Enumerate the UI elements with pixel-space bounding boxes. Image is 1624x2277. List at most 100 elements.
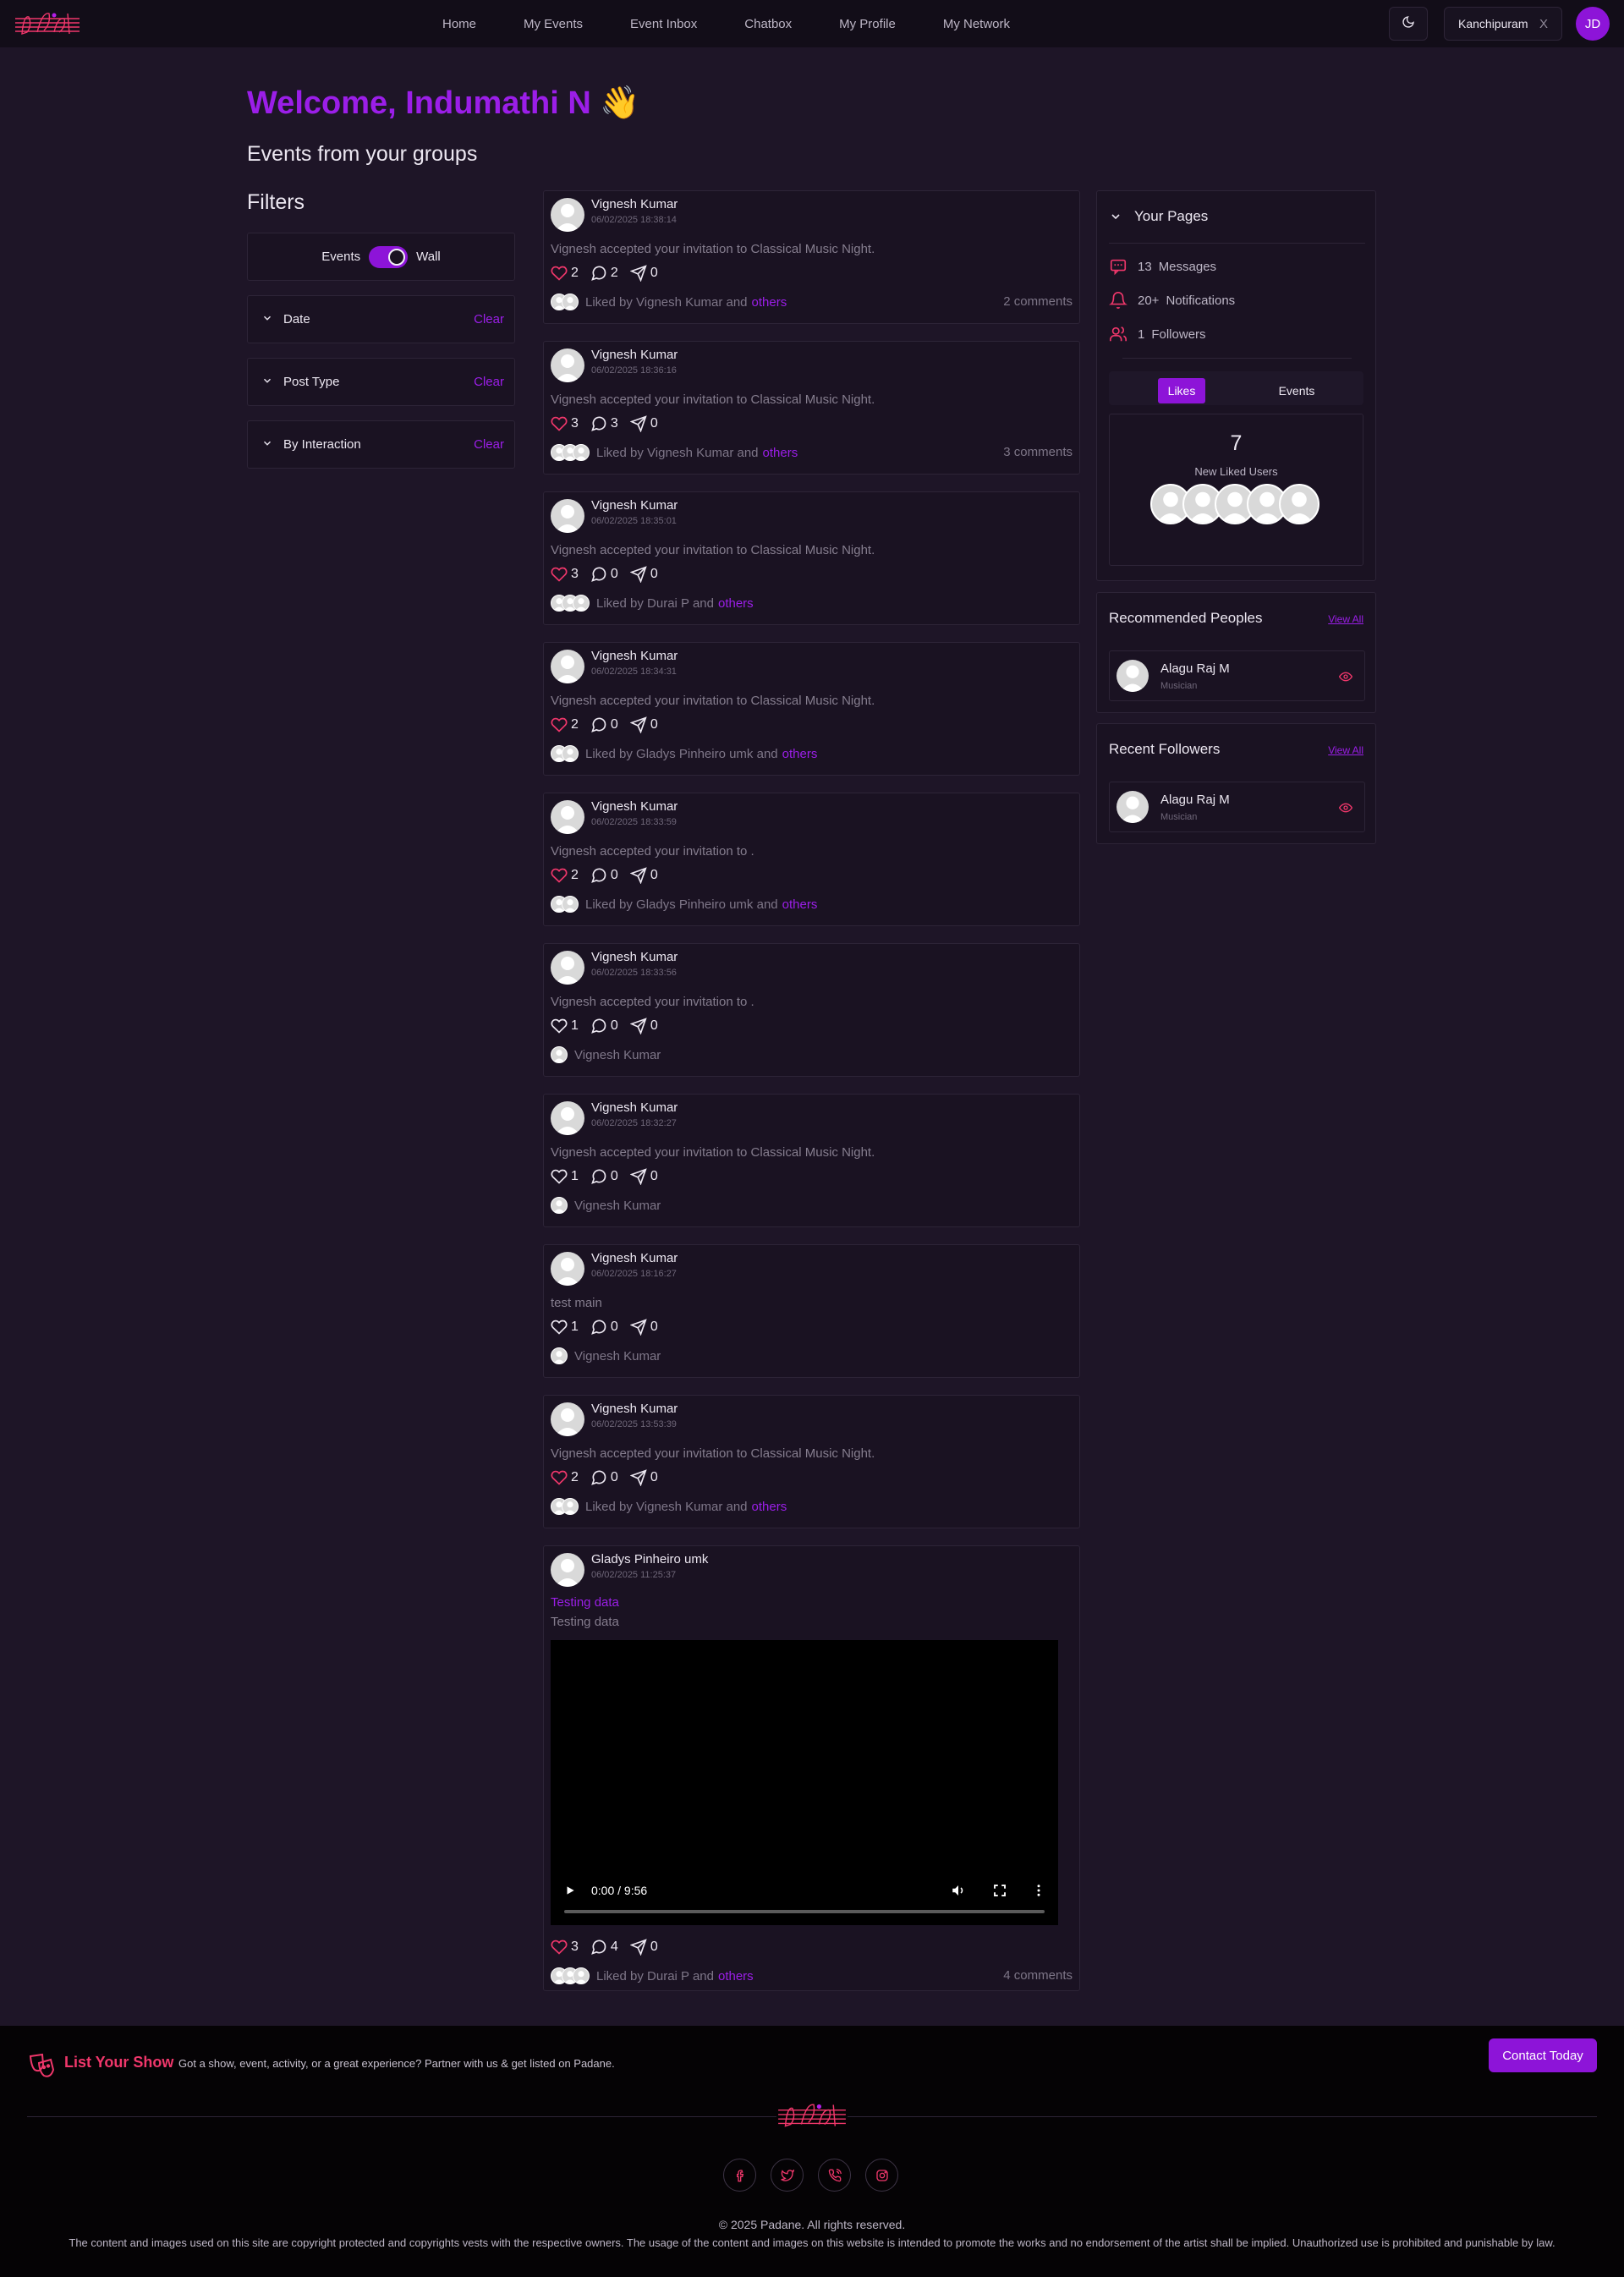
like-button[interactable]: 1 <box>551 1018 579 1034</box>
like-button[interactable]: 1 <box>551 1168 579 1185</box>
play-icon[interactable] <box>564 1885 576 1901</box>
contact-today-button[interactable]: Contact Today <box>1489 2038 1597 2072</box>
share-button[interactable]: 0 <box>629 1018 658 1034</box>
comments-link[interactable]: 4 comments <box>1003 1968 1073 1983</box>
comment-button[interactable]: 0 <box>590 1319 618 1336</box>
post-author[interactable]: Vignesh Kumar <box>591 799 678 814</box>
share-button[interactable]: 0 <box>629 1939 658 1956</box>
avatar[interactable] <box>551 1252 584 1286</box>
comment-button[interactable]: 3 <box>590 415 618 432</box>
like-button[interactable]: 2 <box>551 716 579 733</box>
post-author[interactable]: Vignesh Kumar <box>591 1251 678 1265</box>
nav-event-inbox[interactable]: Event Inbox <box>630 17 697 31</box>
like-button[interactable]: 3 <box>551 1939 579 1956</box>
eye-icon[interactable] <box>1338 670 1353 688</box>
avatar[interactable] <box>551 499 584 533</box>
comments-link[interactable]: 3 comments <box>1003 445 1073 459</box>
share-button[interactable]: 0 <box>629 1319 658 1336</box>
nav-my-events[interactable]: My Events <box>524 17 583 31</box>
others-link[interactable]: others <box>718 1969 754 1983</box>
user-avatar[interactable]: JD <box>1576 7 1610 41</box>
others-link[interactable]: others <box>782 747 818 761</box>
recommended-person-card[interactable]: Alagu Raj M Musician <box>1109 650 1365 701</box>
location-clear-button[interactable]: X <box>1539 17 1548 31</box>
location-selector[interactable]: Kanchipuram X <box>1444 7 1562 41</box>
comment-button[interactable]: 0 <box>590 1018 618 1034</box>
facebook-icon[interactable] <box>723 2159 756 2192</box>
post-author[interactable]: Vignesh Kumar <box>591 1402 678 1416</box>
avatar[interactable] <box>551 1402 584 1436</box>
post-author[interactable]: Vignesh Kumar <box>591 1100 678 1115</box>
avatar[interactable] <box>551 951 584 985</box>
nav-my-network[interactable]: My Network <box>943 17 1010 31</box>
eye-icon[interactable] <box>1338 801 1353 819</box>
video-progress-bar[interactable] <box>564 1910 1045 1913</box>
others-link[interactable]: others <box>782 897 818 912</box>
filter-clear-button[interactable]: Clear <box>474 375 504 389</box>
like-button[interactable]: 1 <box>551 1319 579 1336</box>
post-author[interactable]: Gladys Pinheiro umk <box>591 1552 708 1566</box>
volume-icon[interactable] <box>951 1883 966 1902</box>
comment-button[interactable]: 4 <box>590 1939 618 1956</box>
post-author[interactable]: Vignesh Kumar <box>591 498 678 513</box>
tab-likes[interactable]: Likes <box>1158 378 1205 403</box>
post-title[interactable]: Testing data <box>551 1595 619 1610</box>
share-button[interactable]: 0 <box>629 1469 658 1486</box>
like-button[interactable]: 3 <box>551 566 579 583</box>
others-link[interactable]: others <box>752 295 787 310</box>
comment-button[interactable]: 0 <box>590 1168 618 1185</box>
avatar[interactable] <box>551 1553 584 1587</box>
filter-by-interaction[interactable]: By Interaction Clear <box>247 420 515 469</box>
avatar[interactable] <box>551 348 584 382</box>
post-author[interactable]: Vignesh Kumar <box>591 649 678 663</box>
phone-icon[interactable] <box>818 2159 851 2192</box>
comments-link[interactable]: 2 comments <box>1003 294 1073 309</box>
post-author[interactable]: Vignesh Kumar <box>591 348 678 362</box>
avatar[interactable] <box>551 650 584 683</box>
share-button[interactable]: 0 <box>629 716 658 733</box>
share-button[interactable]: 0 <box>629 566 658 583</box>
filter-clear-button[interactable]: Clear <box>474 312 504 326</box>
nav-chatbox[interactable]: Chatbox <box>744 17 792 31</box>
like-button[interactable]: 2 <box>551 1469 579 1486</box>
twitter-icon[interactable] <box>771 2159 804 2192</box>
recent-follower-card[interactable]: Alagu Raj M Musician <box>1109 782 1365 832</box>
nav-my-profile[interactable]: My Profile <box>839 17 896 31</box>
recommended-view-all-link[interactable]: View All <box>1328 613 1363 625</box>
share-button[interactable]: 0 <box>629 415 658 432</box>
fullscreen-icon[interactable] <box>992 1883 1007 1902</box>
share-button[interactable]: 0 <box>629 1168 658 1185</box>
filter-date[interactable]: Date Clear <box>247 295 515 343</box>
followers-row[interactable]: 1 Followers <box>1109 325 1206 343</box>
others-link[interactable]: others <box>763 446 798 460</box>
comment-button[interactable]: 0 <box>590 566 618 583</box>
your-pages-header[interactable]: Your Pages <box>1109 208 1208 225</box>
tab-events[interactable]: Events <box>1270 378 1324 403</box>
avatar[interactable] <box>551 800 584 834</box>
like-button[interactable]: 3 <box>551 415 579 432</box>
more-options-icon[interactable] <box>1031 1883 1046 1902</box>
padane-logo[interactable] <box>14 7 81 41</box>
avatar[interactable] <box>1279 484 1320 524</box>
video-player[interactable]: 0:00 / 9:56 <box>551 1640 1058 1925</box>
comment-button[interactable]: 0 <box>590 867 618 884</box>
recent-view-all-link[interactable]: View All <box>1328 744 1363 756</box>
others-link[interactable]: others <box>752 1500 787 1514</box>
like-button[interactable]: 2 <box>551 265 579 282</box>
avatar[interactable] <box>551 198 584 232</box>
instagram-icon[interactable] <box>865 2159 898 2192</box>
share-button[interactable]: 0 <box>629 265 658 282</box>
filter-post-type[interactable]: Post Type Clear <box>247 358 515 406</box>
notifications-row[interactable]: 20+ Notifications <box>1109 291 1235 310</box>
filter-clear-button[interactable]: Clear <box>474 437 504 452</box>
share-button[interactable]: 0 <box>629 867 658 884</box>
messages-row[interactable]: 13 Messages <box>1109 257 1216 276</box>
comment-button[interactable]: 0 <box>590 716 618 733</box>
avatar[interactable] <box>551 1101 584 1135</box>
comment-button[interactable]: 2 <box>590 265 618 282</box>
events-wall-switch[interactable] <box>369 245 409 268</box>
like-button[interactable]: 2 <box>551 867 579 884</box>
post-author[interactable]: Vignesh Kumar <box>591 197 678 211</box>
others-link[interactable]: others <box>718 596 754 611</box>
theme-toggle-button[interactable] <box>1389 7 1428 41</box>
